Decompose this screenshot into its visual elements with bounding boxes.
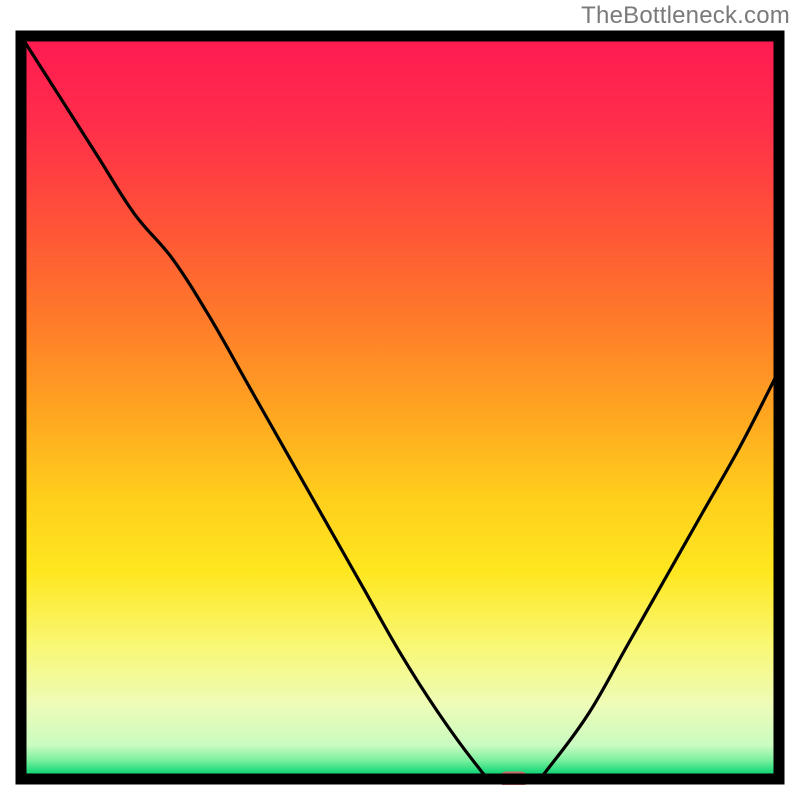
gradient-background	[21, 36, 779, 779]
watermark-text: TheBottleneck.com	[581, 2, 790, 30]
chart-plot-area	[15, 30, 785, 785]
bottleneck-chart	[15, 30, 785, 785]
chart-container: TheBottleneck.com	[0, 0, 800, 800]
